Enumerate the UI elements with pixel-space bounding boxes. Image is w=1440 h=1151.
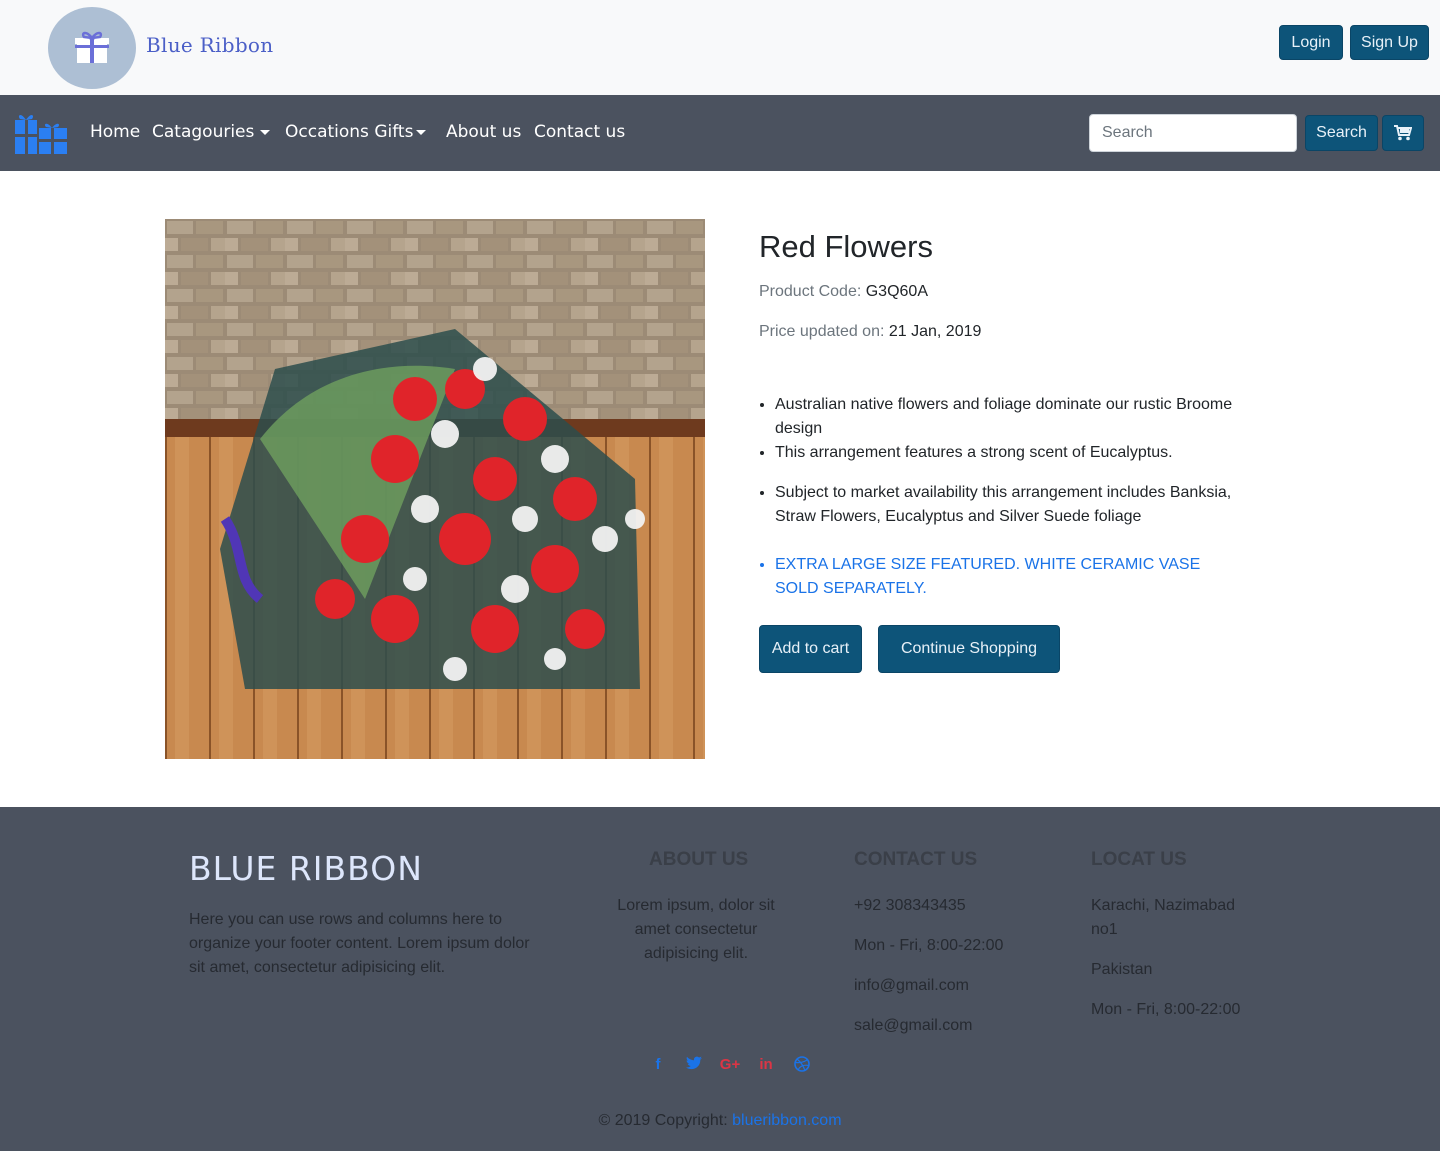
search-button[interactable]: Search (1305, 115, 1378, 151)
nav-occations-dropdown[interactable]: Occations Gifts (285, 122, 427, 142)
footer-locate-heading: LOCAT US (1091, 849, 1187, 870)
nav-home[interactable]: Home (90, 122, 140, 142)
copyright-text: © 2019 Copyright: (598, 1112, 728, 1129)
dribbble-icon[interactable] (784, 1056, 820, 1076)
facebook-icon[interactable]: f (640, 1056, 676, 1076)
signup-button[interactable]: Sign Up (1350, 25, 1429, 60)
price-updated-label: Price updated on: (759, 323, 885, 340)
footer-locate-hours: Mon - Fri, 8:00-22:00 (1091, 1001, 1241, 1018)
list-item: Australian native flowers and foliage do… (775, 393, 1245, 441)
footer-about-text: Lorem ipsum, dolor sit amet consectetur … (617, 897, 775, 962)
footer-hours: Mon - Fri, 8:00-22:00 (854, 937, 1004, 954)
continue-shopping-button[interactable]: Continue Shopping (878, 625, 1060, 673)
list-item: Subject to market availability this arra… (775, 481, 1245, 529)
brand-name[interactable]: Blue Ribbon (146, 33, 273, 57)
nav-about[interactable]: About us (446, 122, 521, 142)
price-updated-date: 21 Jan, 2019 (888, 323, 982, 340)
login-button[interactable]: Login (1279, 25, 1343, 60)
cart-button[interactable] (1382, 115, 1424, 151)
list-item: This arrangement features a strong scent… (775, 441, 1245, 465)
search-input[interactable] (1089, 114, 1297, 152)
copyright-link[interactable]: blueribbon.com (732, 1112, 841, 1129)
copyright: © 2019 Copyright: blueribbon.com (0, 1112, 1440, 1130)
footer: BLUE RIBBON Here you can use rows and co… (0, 807, 1440, 1151)
nav-catagouries-label: Catagouries (152, 122, 255, 142)
footer-brand-text: Here you can use rows and columns here t… (189, 911, 530, 976)
gifts-icon[interactable] (15, 112, 67, 159)
nav-catagouries-dropdown[interactable]: Catagouries (152, 122, 271, 142)
main-navbar: Home Catagouries Occations Gifts About u… (0, 95, 1440, 171)
social-links: f G+ in (640, 1056, 820, 1076)
footer-email-info[interactable]: info@gmail.com (854, 974, 969, 998)
google-plus-icon[interactable]: G+ (712, 1056, 748, 1076)
product-title: Red Flowers (759, 229, 933, 264)
product-image (165, 219, 705, 759)
linkedin-icon[interactable]: in (748, 1056, 784, 1076)
top-header: Blue Ribbon Login Sign Up (0, 0, 1440, 95)
nav-occations-label: Occations Gifts (285, 122, 414, 142)
chevron-down-icon (416, 129, 427, 135)
footer-country: Pakistan (1091, 961, 1153, 978)
list-item-highlight: EXTRA LARGE SIZE FEATURED. WHITE CERAMIC… (775, 553, 1245, 601)
gift-logo-icon[interactable] (48, 7, 136, 89)
product-code-label: Product Code: (759, 283, 862, 300)
add-to-cart-button[interactable]: Add to cart (759, 625, 862, 673)
product-code: Product Code: G3Q60A (759, 283, 928, 301)
footer-contact-heading: CONTACT US (854, 849, 978, 870)
feature-list: Australian native flowers and foliage do… (775, 393, 1245, 601)
cart-icon (1394, 125, 1412, 141)
chevron-down-icon (260, 129, 271, 135)
footer-brand: BLUE RIBBON (189, 849, 423, 888)
footer-phone[interactable]: +92 308343435 (854, 894, 966, 918)
price-updated: Price updated on: 21 Jan, 2019 (759, 323, 981, 341)
footer-email-sale[interactable]: sale@gmail.com (854, 1014, 973, 1038)
nav-contact[interactable]: Contact us (534, 122, 625, 142)
product-code-value: G3Q60A (865, 283, 928, 300)
twitter-icon[interactable] (676, 1056, 712, 1076)
footer-about-heading: ABOUT US (649, 849, 749, 870)
footer-address: Karachi, Nazimabad no1 (1091, 897, 1236, 938)
